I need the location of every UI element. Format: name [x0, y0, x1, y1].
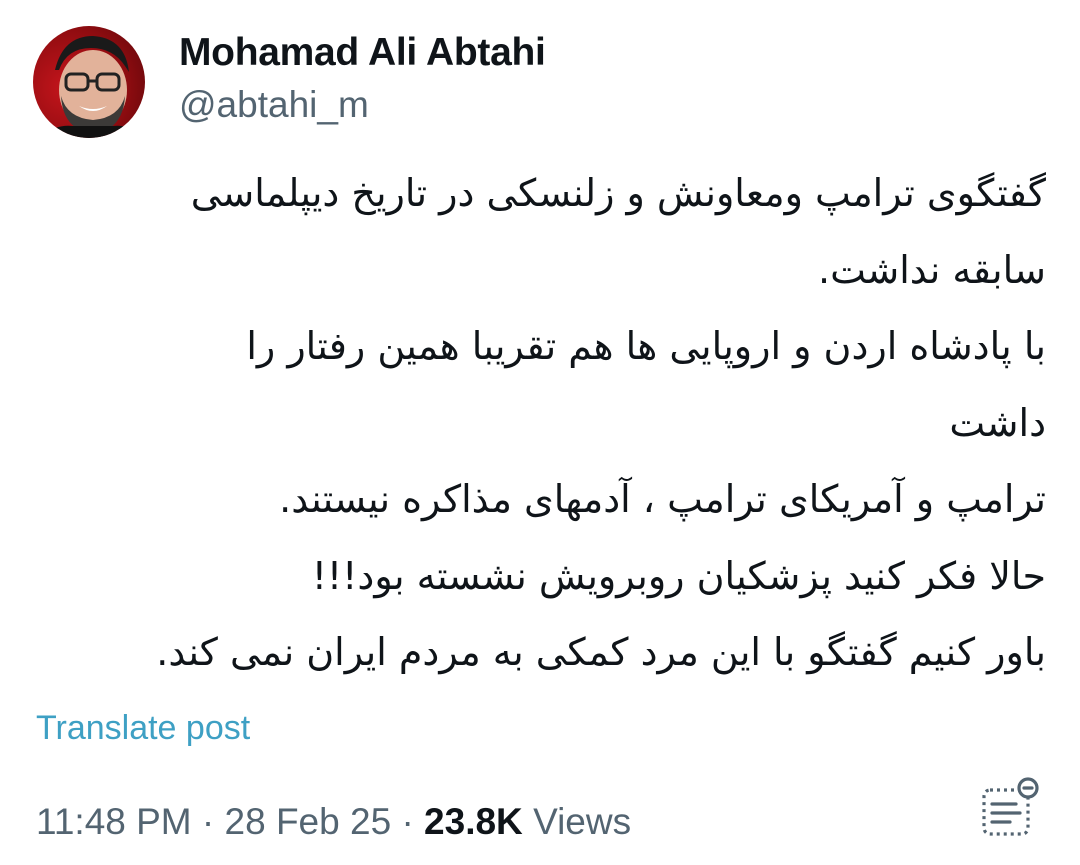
meta-separator: ·: [201, 801, 215, 842]
views-label: Views: [533, 801, 632, 842]
author-handle[interactable]: @abtahi_m: [179, 81, 546, 129]
meta-separator: ·: [401, 801, 414, 842]
author-names: Mohamad Ali Abtahi @abtahi_m: [179, 29, 546, 129]
tweet-line: باور کنیم گفتگو با این مرد کمکی به مردم …: [156, 630, 1046, 674]
tweet-line: داشت: [949, 400, 1046, 445]
tweet-line: سابقه نداشت.: [818, 247, 1046, 292]
post-analytics-icon[interactable]: [978, 776, 1042, 840]
views-count: 23.8K: [424, 801, 523, 842]
tweet-line: حالا فکر کنید پزشکیان روبرویش نشسته بود!…: [311, 553, 1046, 598]
tweet-line: با پادشاه اردن و اروپایی ها هم تقریبا هم…: [246, 324, 1046, 368]
avatar-portrait: [43, 36, 143, 138]
translate-post-link[interactable]: Translate post: [36, 708, 250, 748]
author-display-name[interactable]: Mohamad Ali Abtahi: [179, 29, 546, 77]
tweet-line: ترامپ و آمریکای ترامپ ، آدمهای مذاکره نی…: [279, 477, 1046, 521]
tweet-meta: 11:48 PM · 28 Feb 25 · 23.8K Views: [36, 800, 631, 844]
tweet-line: گفتگوی ترامپ ومعاونش و زلنسکی در تاریخ د…: [190, 171, 1046, 215]
tweet-header: Mohamad Ali Abtahi @abtahi_m: [33, 26, 546, 138]
post-time[interactable]: 11:48 PM: [36, 801, 192, 842]
tweet-text: گفتگوی ترامپ ومعاونش و زلنسکی در تاریخ د…: [30, 155, 1046, 691]
post-date[interactable]: 28 Feb 25: [225, 801, 392, 842]
profile-avatar[interactable]: [33, 26, 145, 138]
